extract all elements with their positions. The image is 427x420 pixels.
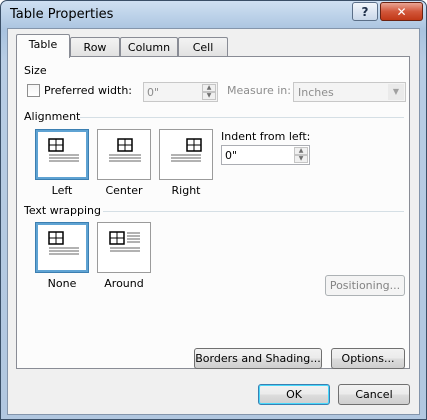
title-bar[interactable]: Table Properties ? ✕	[1, 1, 426, 28]
align-right-label: Right	[171, 184, 201, 197]
align-center-option[interactable]	[97, 129, 151, 180]
options-button[interactable]: Options...	[331, 348, 405, 369]
preferred-width-checkbox[interactable]	[27, 84, 40, 97]
indent-from-left-spinner[interactable]: 0" ▲ ▼	[221, 145, 310, 165]
indent-from-left-value: 0"	[225, 149, 238, 162]
chevron-down-icon: ▼	[388, 84, 404, 100]
tab-label: Row	[83, 41, 107, 54]
preferred-width-value: 0"	[147, 86, 160, 99]
measure-in-select[interactable]: Inches ▼	[293, 82, 406, 102]
positioning-button-label: Positioning...	[329, 279, 401, 292]
help-button[interactable]: ?	[352, 2, 378, 21]
spin-down-icon[interactable]: ▼	[202, 92, 216, 100]
tab-row[interactable]: Row	[70, 37, 120, 57]
size-section-label: Size	[24, 64, 47, 77]
help-icon: ?	[361, 4, 369, 19]
align-center-label: Center	[105, 184, 143, 197]
table-tab-panel: Size Preferred width: 0" ▲ ▼ Measure in: …	[16, 56, 410, 369]
preferred-width-spinner[interactable]: 0" ▲ ▼	[143, 82, 218, 102]
cancel-button-label: Cancel	[355, 388, 393, 401]
wrap-around-label: Around	[104, 277, 144, 290]
align-right-option[interactable]	[159, 129, 213, 180]
close-icon: ✕	[396, 4, 407, 19]
align-left-option[interactable]	[35, 129, 89, 180]
text-wrapping-divider	[103, 211, 404, 212]
tab-label: Table	[28, 38, 58, 51]
alignment-divider	[80, 117, 404, 118]
cancel-button[interactable]: Cancel	[338, 384, 410, 405]
table-align-center-icon	[109, 138, 141, 162]
options-button-label: Options...	[341, 352, 395, 365]
positioning-button[interactable]: Positioning...	[325, 275, 405, 296]
table-align-right-icon	[171, 138, 202, 162]
dialog-title: Table Properties	[10, 7, 114, 22]
wrap-none-icon	[48, 231, 79, 255]
wrap-none-option[interactable]	[35, 222, 89, 273]
tab-label: Cell	[192, 41, 214, 54]
measure-in-label: Measure in:	[227, 84, 291, 97]
preferred-width-label: Preferred width:	[44, 84, 133, 97]
spin-up-icon[interactable]: ▲	[294, 147, 308, 155]
text-wrapping-section-label: Text wrapping	[24, 204, 101, 217]
tab-cell[interactable]: Cell	[178, 37, 228, 57]
table-align-left-icon	[48, 138, 79, 162]
dialog-window: Table Properties ? ✕ Table Row Column Ce…	[0, 0, 427, 420]
borders-and-shading-button[interactable]: Borders and Shading...	[194, 348, 322, 369]
spin-down-icon[interactable]: ▼	[294, 155, 308, 163]
borders-and-shading-label: Borders and Shading...	[195, 352, 321, 365]
dialog-client-area: Table Row Column Cell Size Preferred wid…	[7, 28, 420, 415]
tab-column[interactable]: Column	[120, 37, 178, 57]
tab-table[interactable]: Table	[16, 34, 70, 58]
wrap-around-icon	[109, 231, 140, 252]
alignment-section-label: Alignment	[24, 110, 81, 123]
ok-button[interactable]: OK	[258, 384, 330, 405]
close-button[interactable]: ✕	[380, 2, 423, 21]
wrap-around-option[interactable]	[97, 222, 151, 273]
indent-from-left-label: Indent from left:	[221, 130, 311, 143]
tab-label: Column	[127, 41, 171, 54]
wrap-none-label: None	[47, 277, 77, 290]
measure-in-value: Inches	[298, 86, 334, 99]
spin-up-icon[interactable]: ▲	[202, 84, 216, 92]
align-left-label: Left	[51, 184, 73, 197]
ok-button-label: OK	[286, 388, 302, 401]
